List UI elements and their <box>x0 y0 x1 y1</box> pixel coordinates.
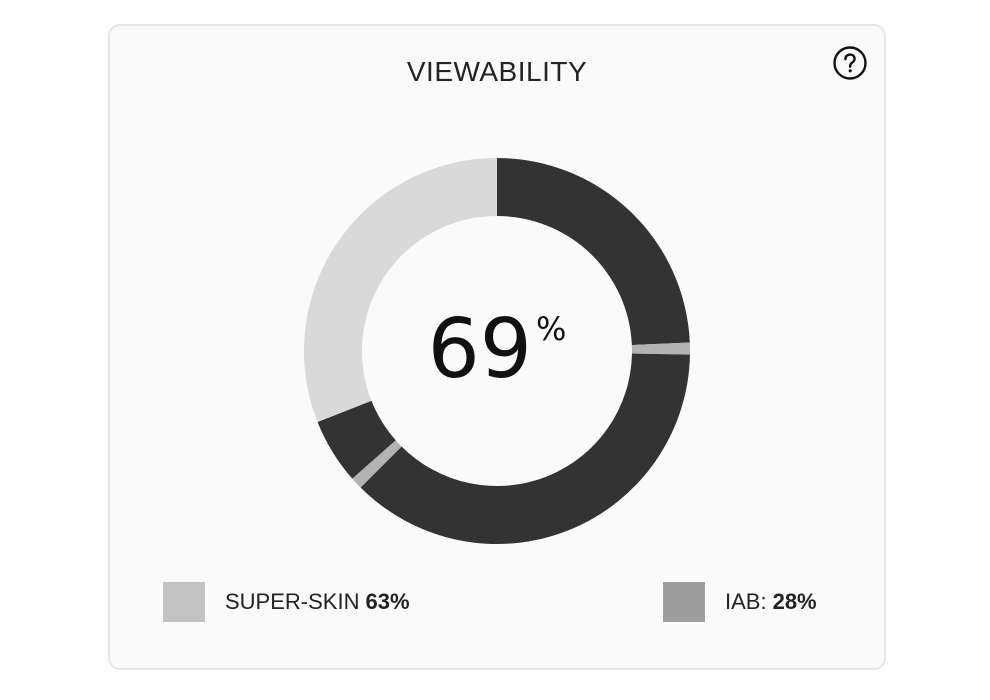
center-value-unit: % <box>535 310 567 348</box>
legend-item-iab: IAB: 28% <box>663 582 817 622</box>
legend-item-super-skin: SUPER-SKIN 63% <box>163 582 410 622</box>
legend-label-iab: IAB: <box>725 589 767 614</box>
legend-value-super-skin: 63% <box>365 589 410 614</box>
legend-swatch-iab <box>663 582 705 622</box>
viewability-card: VIEWABILITY 69% SUPER-SKIN 63% IAB: 28% <box>108 24 886 670</box>
center-value: 69% <box>110 309 884 391</box>
legend-value-iab: 28% <box>772 589 817 614</box>
legend-swatch-super-skin <box>163 582 205 622</box>
center-value-number: 69 <box>427 302 532 397</box>
legend-label-super-skin: SUPER-SKIN <box>225 589 360 614</box>
